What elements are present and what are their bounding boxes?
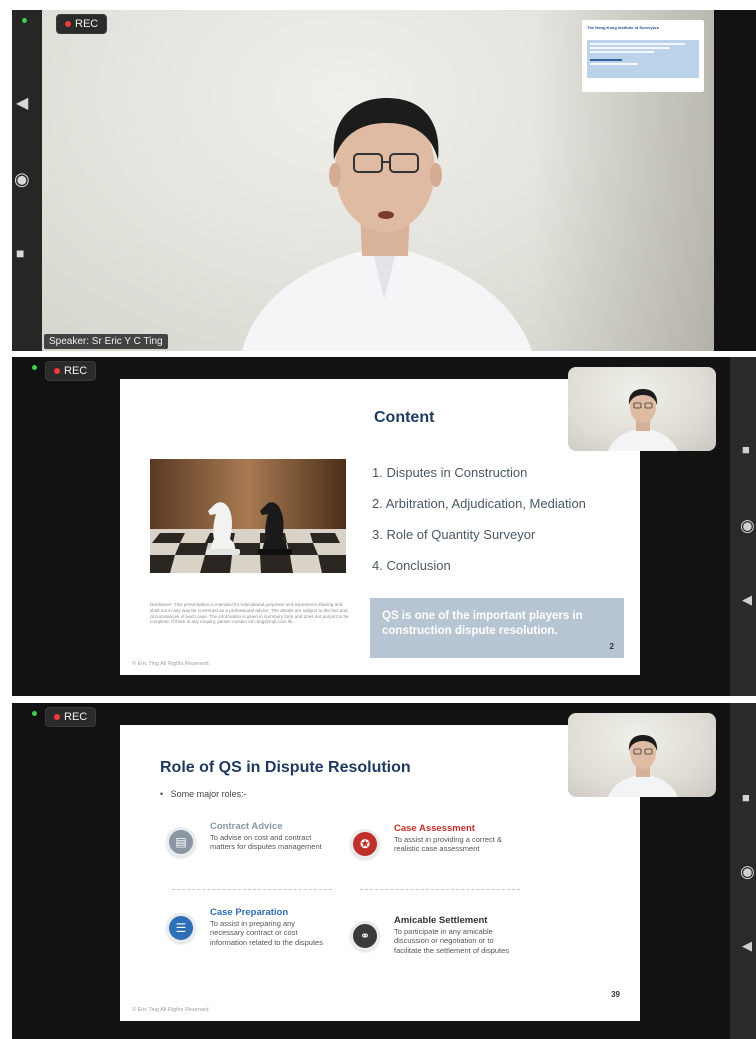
back-icon[interactable]: ◀ [742, 593, 752, 606]
camera-indicator-icon [32, 365, 37, 370]
speaker-pip-video[interactable] [568, 367, 716, 451]
roles-slide-screen: REC Role of QS in Dispute Resolution • S… [12, 703, 756, 1039]
speaker-name-label: Speaker: Sr Eric Y C Ting [44, 334, 168, 349]
thumbnail-content-box [587, 40, 699, 78]
content-list: 1. Disputes in Construction 2. Arbitrati… [372, 465, 586, 589]
recents-icon[interactable]: ■ [742, 791, 750, 804]
home-icon[interactable]: ◉ [740, 863, 755, 880]
camera-indicator-icon [22, 18, 27, 23]
camera-indicator-icon [32, 711, 37, 716]
copyright-text: © Eric Ting All Rights Reserved. [132, 661, 211, 667]
role-description: To advise on cost and contract matters f… [210, 833, 322, 852]
presentation-slide: Content 1. Disputes in Construction 2. A… [120, 379, 640, 675]
divider [360, 889, 520, 890]
chess-knights-image [150, 459, 346, 573]
document-icon: ▤ [166, 827, 196, 857]
role-title: Case Assessment [394, 823, 475, 834]
back-icon[interactable]: ◀ [16, 96, 28, 112]
record-dot-icon [54, 368, 60, 374]
home-icon[interactable]: ◉ [14, 170, 30, 188]
role-title: Case Preparation [210, 907, 289, 918]
recording-badge[interactable]: REC [45, 707, 97, 727]
shared-slide-thumbnail[interactable]: The Hong Kong Institute of Surveyors [582, 20, 704, 92]
role-description: To assist in preparing any necessary con… [210, 919, 323, 947]
list-icon: ☰ [166, 913, 196, 943]
recording-badge[interactable]: REC [45, 361, 97, 381]
presentation-slide: Role of QS in Dispute Resolution • Some … [120, 725, 640, 1021]
page-number: 2 [609, 642, 614, 651]
role-title: Contract Advice [210, 821, 283, 832]
recording-badge[interactable]: REC [56, 14, 108, 34]
disclaimer-text: Disclaimer: This presentation is intende… [150, 602, 349, 625]
list-item: 1. Disputes in Construction [372, 465, 528, 480]
lightbulb-icon: ✪ [350, 829, 380, 859]
slide-title: Role of QS in Dispute Resolution [160, 759, 411, 776]
android-nav-bar: ■ ◉ ◀ [730, 357, 756, 696]
recents-icon[interactable]: ■ [742, 443, 750, 456]
speaker-pip-video[interactable] [568, 713, 716, 797]
slide-bullet: • Some major roles:- [160, 789, 247, 799]
recents-icon[interactable]: ■ [16, 246, 24, 260]
list-item: 3. Role of Quantity Surveyor [372, 527, 536, 542]
record-dot-icon [54, 714, 60, 720]
android-nav-bar: ■ ◉ ◀ [730, 703, 756, 1039]
divider [172, 889, 332, 890]
handshake-icon: ⚭ [350, 921, 380, 951]
recording-label: REC [75, 18, 99, 30]
role-description: To assist in providing a correct & reali… [394, 835, 502, 854]
list-item: 2. Arbitration, Adjudication, Mediation [372, 496, 586, 511]
highlight-text: QS is one of the important players in co… [382, 610, 583, 637]
record-dot-icon [65, 21, 71, 27]
speaker-view-screen: ◀ ◉ ■ Speaker: Sr Eric Y C Ting REC The … [12, 10, 756, 351]
copyright-text: © Eric Ting All Rights Reserved. [132, 1007, 211, 1013]
page-number: 39 [611, 990, 620, 999]
list-item: 4. Conclusion [372, 558, 451, 573]
role-title: Amicable Settlement [394, 915, 488, 926]
android-nav-bar: ◀ ◉ ■ [12, 10, 42, 351]
role-description: To participate in any amicable discussio… [394, 927, 510, 955]
home-icon[interactable]: ◉ [740, 517, 755, 534]
highlight-box: QS is one of the important players in co… [370, 598, 624, 658]
slide-title: Content [374, 409, 435, 426]
back-icon[interactable]: ◀ [742, 939, 752, 952]
thumbnail-title: The Hong Kong Institute of Surveyors [587, 25, 660, 30]
recording-label: REC [64, 711, 88, 723]
recording-label: REC [64, 365, 88, 377]
content-slide-screen: REC Content 1. Disputes in Construction … [12, 357, 756, 696]
